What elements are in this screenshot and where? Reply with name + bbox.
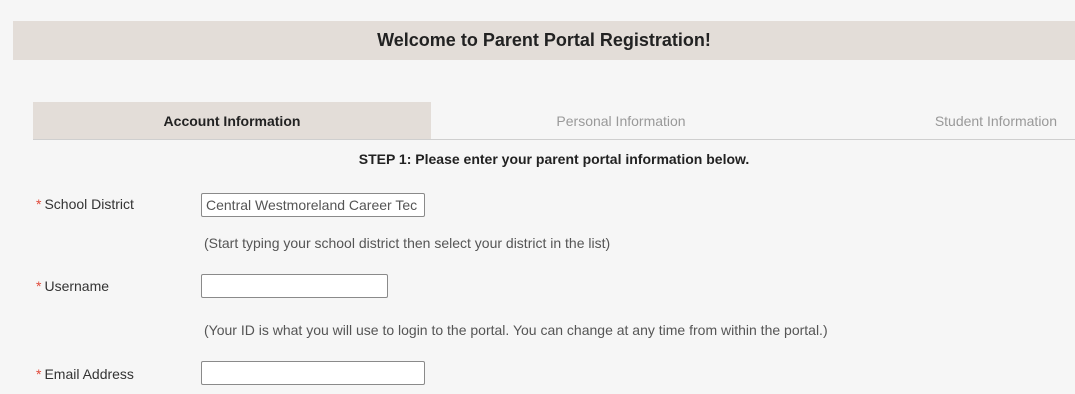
school-district-hint: (Start typing your school district then … xyxy=(204,235,611,251)
required-marker: * xyxy=(36,278,42,294)
tab-personal-information[interactable]: Personal Information xyxy=(431,102,811,139)
username-label: * Username xyxy=(36,278,109,294)
email-label-text: Email Address xyxy=(44,366,134,382)
username-hint: (Your ID is what you will use to login t… xyxy=(204,322,828,338)
page-header: Welcome to Parent Portal Registration! xyxy=(13,21,1075,60)
email-input[interactable] xyxy=(201,361,425,385)
registration-tabs: Account Information Personal Information… xyxy=(33,102,1075,140)
required-marker: * xyxy=(36,196,42,212)
tab-label: Student Information xyxy=(934,112,1057,129)
step-instructions: STEP 1: Please enter your parent portal … xyxy=(358,151,750,167)
username-label-text: Username xyxy=(44,278,110,294)
page-title: Welcome to Parent Portal Registration! xyxy=(377,30,711,50)
tab-label: Account Information xyxy=(163,112,301,129)
required-marker: * xyxy=(36,366,42,382)
username-input[interactable] xyxy=(201,274,388,298)
tab-account-information[interactable]: Account Information xyxy=(33,102,431,139)
school-district-label: * School District xyxy=(36,196,134,212)
email-label: * Email Address xyxy=(36,366,134,382)
tab-student-information[interactable]: Student Information xyxy=(883,102,1075,139)
tab-label: Personal Information xyxy=(556,112,686,129)
school-district-input[interactable] xyxy=(201,193,425,217)
school-district-label-text: School District xyxy=(44,196,134,212)
